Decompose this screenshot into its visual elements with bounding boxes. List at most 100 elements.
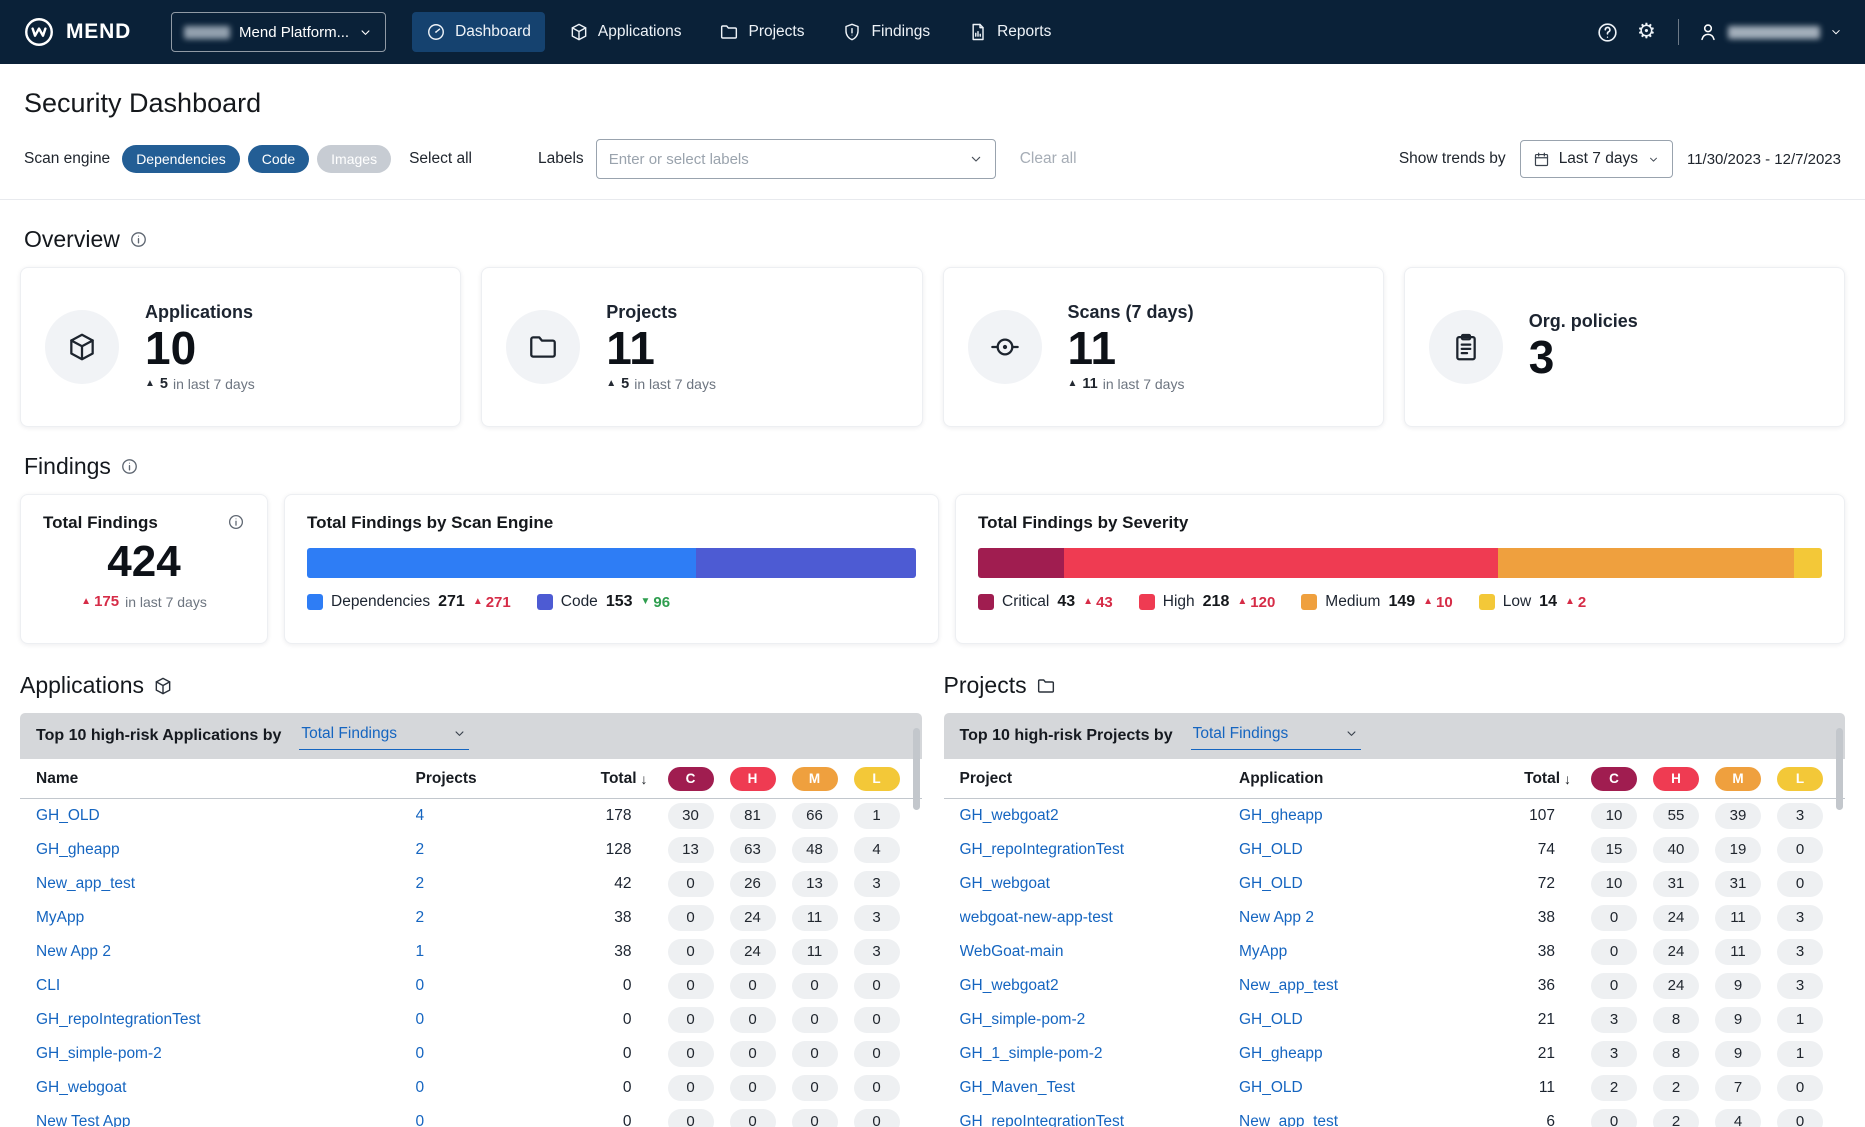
projects-link[interactable]: 0 [416,1079,556,1097]
column-header-severity-m[interactable]: M [1707,767,1769,791]
name-link[interactable]: New Test App [36,1113,416,1127]
projects-link[interactable]: 0 [416,977,556,995]
name-link[interactable]: New_app_test [36,875,416,893]
projects-link[interactable]: 2 [416,841,556,859]
column-header-total[interactable]: Total↓ [556,770,660,788]
column-header-name[interactable]: Name [36,770,416,788]
findings-by-engine-card: Total Findings by Scan Engine Dependenci… [284,494,939,644]
project-link[interactable]: GH_repoIntegrationTest [960,1113,1240,1127]
application-link[interactable]: MyApp [1239,943,1479,961]
column-header-projects[interactable]: Projects [416,770,556,788]
project-link[interactable]: GH_repoIntegrationTest [960,841,1240,859]
projects-link[interactable]: 0 [416,1011,556,1029]
nav-item-reports[interactable]: Reports [954,12,1065,52]
severity-cell-h: 0 [722,973,784,999]
projects-link[interactable]: 0 [416,1045,556,1063]
application-link[interactable]: GH_OLD [1239,1011,1479,1029]
column-header-project[interactable]: Project [960,770,1240,788]
mend-logo[interactable]: MEND [22,15,131,49]
user-menu[interactable] [1697,21,1843,43]
project-link[interactable]: GH_simple-pom-2 [960,1011,1240,1029]
column-header-severity-l[interactable]: L [1769,767,1831,791]
projects-link[interactable]: 2 [416,875,556,893]
trend-period-dropdown[interactable]: Last 7 days [1520,140,1673,178]
total-findings-value: 38 [556,943,660,961]
nav-item-projects[interactable]: Projects [705,12,818,52]
info-icon[interactable] [120,457,139,476]
info-icon[interactable] [227,513,245,531]
column-header-application[interactable]: Application [1239,770,1479,788]
legend-label: Medium [1325,593,1380,611]
application-link[interactable]: New_app_test [1239,1113,1479,1127]
overview-card-label: Applications [145,302,255,323]
column-header-severity-c[interactable]: C [1583,767,1645,791]
column-header-severity-c[interactable]: C [660,767,722,791]
project-link[interactable]: webgoat-new-app-test [960,909,1240,927]
projects-scrollbar[interactable] [1836,728,1843,810]
page-title: Security Dashboard [24,88,1841,119]
column-header-severity-h[interactable]: H [1645,767,1707,791]
project-link[interactable]: WebGoat-main [960,943,1240,961]
name-link[interactable]: GH_gheapp [36,841,416,859]
applications-scrollbar[interactable] [913,728,920,810]
info-icon[interactable] [129,230,148,249]
legend-trend: ▲2 [1565,594,1586,611]
nav-item-dashboard[interactable]: Dashboard [412,12,545,52]
projects-link[interactable]: 1 [416,943,556,961]
projects-sort-dropdown[interactable]: Total Findings [1191,723,1361,750]
table-row: GH_webgoatGH_OLD721031310 [944,867,1846,901]
project-link[interactable]: GH_Maven_Test [960,1079,1240,1097]
name-link[interactable]: GH_repoIntegrationTest [36,1011,416,1029]
application-link[interactable]: GH_gheapp [1239,807,1479,825]
total-findings-value: 21 [1479,1045,1583,1063]
org-selector-dropdown[interactable]: Mend Platform... [171,12,386,52]
application-link[interactable]: New App 2 [1239,909,1479,927]
select-all-link[interactable]: Select all [409,150,472,168]
column-header-severity-l[interactable]: L [846,767,908,791]
column-header-severity-m[interactable]: M [784,767,846,791]
project-link[interactable]: GH_1_simple-pom-2 [960,1045,1240,1063]
name-link[interactable]: GH_OLD [36,807,416,825]
applications-sort-dropdown[interactable]: Total Findings [299,723,469,750]
projects-link[interactable]: 2 [416,909,556,927]
severity-count-pill: 0 [668,939,714,965]
folder-icon [527,331,559,363]
scan-engine-pill-dependencies[interactable]: Dependencies [122,145,240,173]
legend-item-medium: Medium149▲10 [1301,593,1452,611]
projects-link[interactable]: 0 [416,1113,556,1127]
severity-badge-c: C [668,767,714,791]
project-link[interactable]: GH_webgoat2 [960,977,1240,995]
help-icon[interactable] [1596,21,1619,44]
name-link[interactable]: CLI [36,977,416,995]
severity-count-pill: 0 [1591,905,1637,931]
show-trends-label: Show trends by [1399,150,1506,168]
nav-item-applications[interactable]: Applications [555,12,696,52]
gear-icon[interactable]: ⚙ [1637,21,1660,44]
chevron-down-icon [1829,25,1843,39]
nav-item-findings[interactable]: Findings [828,12,944,52]
application-link[interactable]: GH_OLD [1239,1079,1479,1097]
project-link[interactable]: GH_webgoat [960,875,1240,893]
application-link[interactable]: New_app_test [1239,977,1479,995]
application-link[interactable]: GH_OLD [1239,875,1479,893]
project-link[interactable]: GH_webgoat2 [960,807,1240,825]
overview-card-org-policies: Org. policies3 [1404,267,1845,427]
name-link[interactable]: GH_webgoat [36,1079,416,1097]
application-link[interactable]: GH_gheapp [1239,1045,1479,1063]
scan-engine-pill-images[interactable]: Images [317,145,391,173]
column-header-severity-h[interactable]: H [722,767,784,791]
severity-cell-h: 0 [722,1007,784,1033]
name-link[interactable]: MyApp [36,909,416,927]
overview-card-icon-circle [968,310,1042,384]
labels-input[interactable] [596,139,996,179]
clear-all-link[interactable]: Clear all [1020,150,1077,168]
application-link[interactable]: GH_OLD [1239,841,1479,859]
column-header-total[interactable]: Total↓ [1479,770,1583,788]
calendar-icon [1533,151,1550,168]
projects-link[interactable]: 4 [416,807,556,825]
scan-engine-pill-code[interactable]: Code [248,145,309,173]
name-link[interactable]: GH_simple-pom-2 [36,1045,416,1063]
severity-count-pill: 0 [1591,973,1637,999]
chevron-down-icon[interactable] [968,151,984,167]
name-link[interactable]: New App 2 [36,943,416,961]
